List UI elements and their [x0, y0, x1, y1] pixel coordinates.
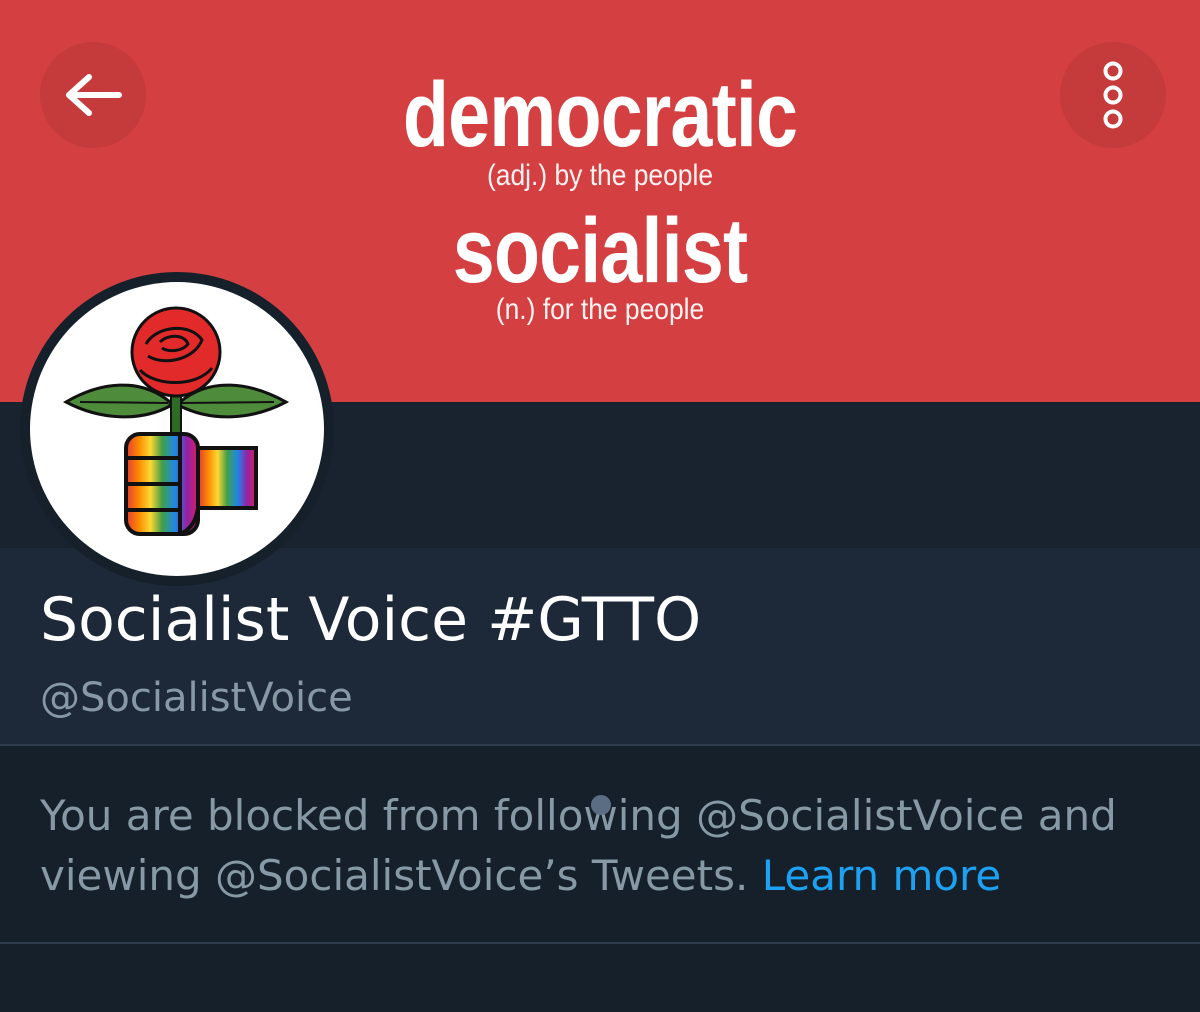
scroll-indicator [591, 795, 611, 815]
banner-word-democratic: democratic [402, 64, 798, 166]
profile-avatar[interactable] [30, 282, 324, 576]
rose-fist-logo [62, 306, 290, 536]
arrow-left-icon [66, 74, 122, 116]
learn-more-link[interactable]: Learn more [762, 851, 1002, 900]
profile-info: Socialist Voice #GTTO @SocialistVoice [0, 548, 1200, 744]
more-vertical-icon [1103, 61, 1123, 129]
divider [0, 942, 1200, 944]
banner-word-socialist: socialist [452, 200, 748, 302]
display-name: Socialist Voice #GTTO [40, 585, 702, 655]
user-handle: @SocialistVoice [40, 675, 353, 721]
profile-screen: democratic (adj.) by the people socialis… [0, 0, 1200, 1012]
back-button[interactable] [40, 42, 146, 148]
blocked-notice: You are blocked from following @Socialis… [0, 746, 1200, 942]
banner-definition-1: (adj.) by the people [486, 159, 714, 192]
more-options-button[interactable] [1060, 42, 1166, 148]
